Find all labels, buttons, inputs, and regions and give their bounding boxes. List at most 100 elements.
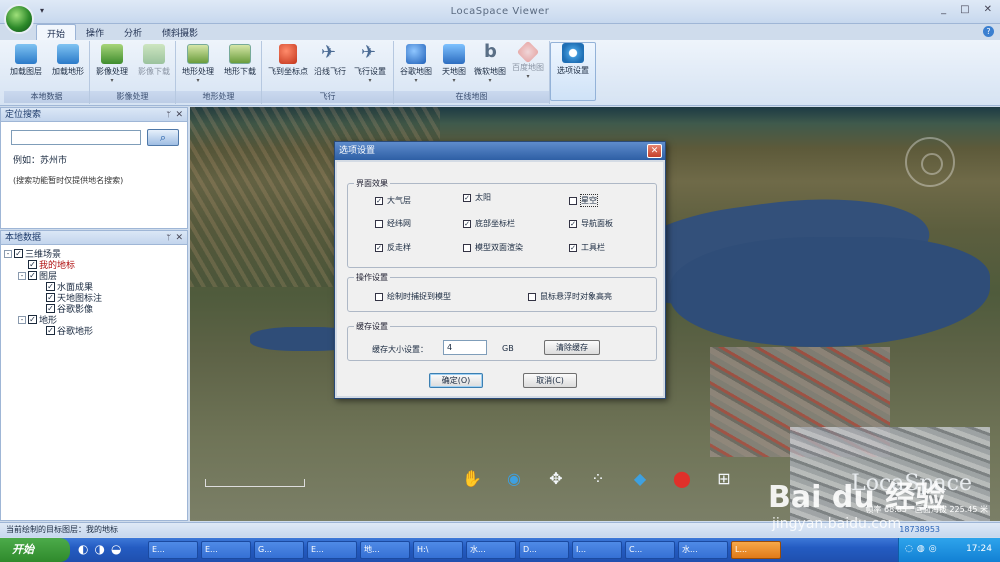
checkbox-unchecked-icon[interactable] — [375, 219, 383, 228]
taskbar-item[interactable]: 地... — [360, 541, 410, 559]
image-download-button[interactable]: 影像下载 — [134, 44, 174, 77]
options-settings-button[interactable]: 选项设置 — [550, 42, 596, 101]
checkbox-checked-icon[interactable]: ✓ — [46, 304, 55, 313]
terrain-process-button[interactable]: 地形处理 ▾ — [178, 44, 218, 84]
fly-to-point-button[interactable]: 飞到坐标点 — [266, 44, 310, 77]
tab-oblique-photo[interactable]: 倾斜摄影 — [152, 24, 208, 40]
search-button[interactable]: ⌕ — [147, 129, 179, 146]
checkbox-checked-icon[interactable]: ✓ — [28, 315, 37, 324]
checkbox-checked-icon[interactable]: ✓ — [569, 243, 577, 252]
close-icon[interactable]: ✕ — [175, 108, 183, 122]
minimize-button[interactable]: _ — [941, 4, 946, 15]
taskbar-item[interactable]: 水... — [678, 541, 728, 559]
tab-analysis[interactable]: 分析 — [114, 24, 152, 40]
baidu-map-button[interactable]: 百度地图 ▾ — [508, 40, 548, 80]
collapse-icon[interactable]: - — [18, 271, 26, 280]
globe-icon[interactable]: ◉ — [504, 469, 524, 489]
ok-button[interactable]: 确定(O) — [429, 373, 483, 388]
start-button[interactable]: 开始 — [0, 538, 70, 562]
bing-map-button[interactable]: 微软地图 ▾ — [470, 41, 510, 84]
grid-dots-icon[interactable]: ⁘ — [588, 469, 608, 489]
media-icon[interactable]: ◒ — [111, 542, 121, 556]
checkbox-unchecked-icon[interactable] — [569, 196, 577, 205]
taskbar-item[interactable]: 水... — [466, 541, 516, 559]
move-arrows-icon[interactable]: ✥ — [546, 469, 566, 489]
option-bottom-coordinate-bar[interactable]: ✓ 底部坐标栏 — [463, 218, 515, 229]
placemark-icon[interactable]: ⬤ — [672, 469, 692, 489]
taskbar-item[interactable]: C... — [625, 541, 675, 559]
navigation-compass-icon[interactable] — [905, 137, 955, 187]
cache-size-input[interactable]: 4 — [443, 340, 487, 355]
clear-cache-button[interactable]: 清除缓存 — [544, 340, 600, 355]
collapse-icon[interactable]: - — [4, 249, 12, 258]
option-double-sided-render[interactable]: 模型双面渲染 — [463, 242, 523, 253]
checkbox-checked-icon[interactable]: ✓ — [46, 282, 55, 291]
polygon-icon[interactable]: ◆ — [630, 469, 650, 489]
checkbox-checked-icon[interactable]: ✓ — [375, 196, 383, 205]
tray-icon[interactable]: ◍ — [917, 544, 925, 554]
checkbox-unchecked-icon[interactable] — [375, 292, 383, 301]
option-graticule[interactable]: 经纬网 — [375, 218, 411, 229]
tab-operation[interactable]: 操作 — [76, 24, 114, 40]
terrain-download-button[interactable]: 地形下载 — [220, 44, 260, 77]
checkbox-checked-icon[interactable]: ✓ — [46, 293, 55, 302]
tree-node-terrain[interactable]: - ✓ 地形 — [18, 314, 57, 326]
option-toolbar[interactable]: ✓ 工具栏 — [569, 242, 605, 253]
tray-icon[interactable]: ◌ — [905, 544, 913, 554]
tree-node-google-terrain[interactable]: ✓ 谷歌地形 — [46, 325, 93, 337]
help-icon[interactable]: ? — [983, 26, 994, 37]
taskbar-item-active[interactable]: L... — [731, 541, 781, 559]
group-image-process: 影像处理 ▾ 影像下载 影像处理 — [90, 41, 176, 104]
desktop-icon[interactable]: ◑ — [94, 542, 104, 556]
taskbar-item[interactable]: E... — [148, 541, 198, 559]
tab-start[interactable]: 开始 — [36, 24, 77, 40]
dialog-close-button[interactable]: ✕ — [647, 144, 662, 158]
load-terrain-button[interactable]: 加载地形 — [48, 44, 88, 77]
option-antialiasing[interactable]: ✓ 反走样 — [375, 242, 411, 253]
image-process-button[interactable]: 影像处理 ▾ — [92, 44, 132, 84]
option-navigation-panel[interactable]: ✓ 导航面板 — [569, 218, 613, 229]
option-starry-sky[interactable]: 星空 — [569, 194, 598, 207]
fly-along-button[interactable]: 沿线飞行 — [310, 42, 350, 77]
taskbar-item[interactable]: I... — [572, 541, 622, 559]
checkbox-unchecked-icon[interactable] — [528, 292, 536, 301]
google-map-button[interactable]: 谷歌地图 ▾ — [396, 44, 436, 84]
option-hover-highlight[interactable]: 鼠标悬浮时对象高亮 — [528, 291, 612, 302]
checkbox-checked-icon[interactable]: ✓ — [463, 219, 471, 228]
close-icon[interactable]: ✕ — [175, 231, 183, 245]
app-logo-icon[interactable] — [4, 4, 34, 34]
search-input[interactable] — [11, 130, 141, 145]
checkbox-checked-icon[interactable]: ✓ — [28, 271, 37, 280]
pin-icon[interactable]: ᛘ — [166, 108, 171, 122]
dropdown-arrow-icon: ▾ — [414, 77, 418, 84]
taskbar-item[interactable]: G... — [254, 541, 304, 559]
taskbar-item[interactable]: D... — [519, 541, 569, 559]
checkbox-checked-icon[interactable]: ✓ — [463, 193, 471, 202]
ie-icon[interactable]: ◐ — [78, 542, 88, 556]
maximize-button[interactable]: □ — [960, 4, 969, 15]
tree-node-layers[interactable]: - ✓ 图层 — [18, 270, 57, 282]
option-atmosphere[interactable]: ✓ 大气层 — [375, 195, 411, 206]
checkbox-checked-icon[interactable]: ✓ — [569, 219, 577, 228]
option-snap-to-model[interactable]: 绘制时捕捉到模型 — [375, 291, 451, 302]
checkbox-checked-icon[interactable]: ✓ — [28, 260, 37, 269]
flight-settings-button[interactable]: 飞行设置 ▾ — [350, 42, 390, 84]
cancel-button[interactable]: 取消(C) — [523, 373, 577, 388]
collapse-icon[interactable]: - — [18, 315, 26, 324]
close-button[interactable]: ✕ — [984, 4, 992, 15]
taskbar-item[interactable]: E... — [201, 541, 251, 559]
load-layer-button[interactable]: 加载图层 — [6, 44, 46, 77]
checkbox-checked-icon[interactable]: ✓ — [46, 326, 55, 335]
option-sun[interactable]: ✓ 太阳 — [463, 192, 491, 203]
ribbon: 加载图层 加载地形 本地数据 影像处理 ▾ 影像下载 影像处理 地形处理 ▾ 地… — [0, 40, 1000, 106]
taskbar-item[interactable]: E... — [307, 541, 357, 559]
pin-icon[interactable]: ᛘ — [166, 231, 171, 245]
tray-icon[interactable]: ◎ — [929, 544, 937, 554]
checkbox-unchecked-icon[interactable] — [463, 243, 471, 252]
checkbox-checked-icon[interactable]: ✓ — [14, 249, 23, 258]
pan-hand-icon[interactable]: ✋ — [462, 469, 482, 489]
checkbox-checked-icon[interactable]: ✓ — [375, 243, 383, 252]
tianditu-button[interactable]: 天地图 ▾ — [434, 44, 474, 84]
taskbar-item[interactable]: H:\ — [413, 541, 463, 559]
add-layer-icon[interactable]: ⊞ — [714, 469, 734, 489]
